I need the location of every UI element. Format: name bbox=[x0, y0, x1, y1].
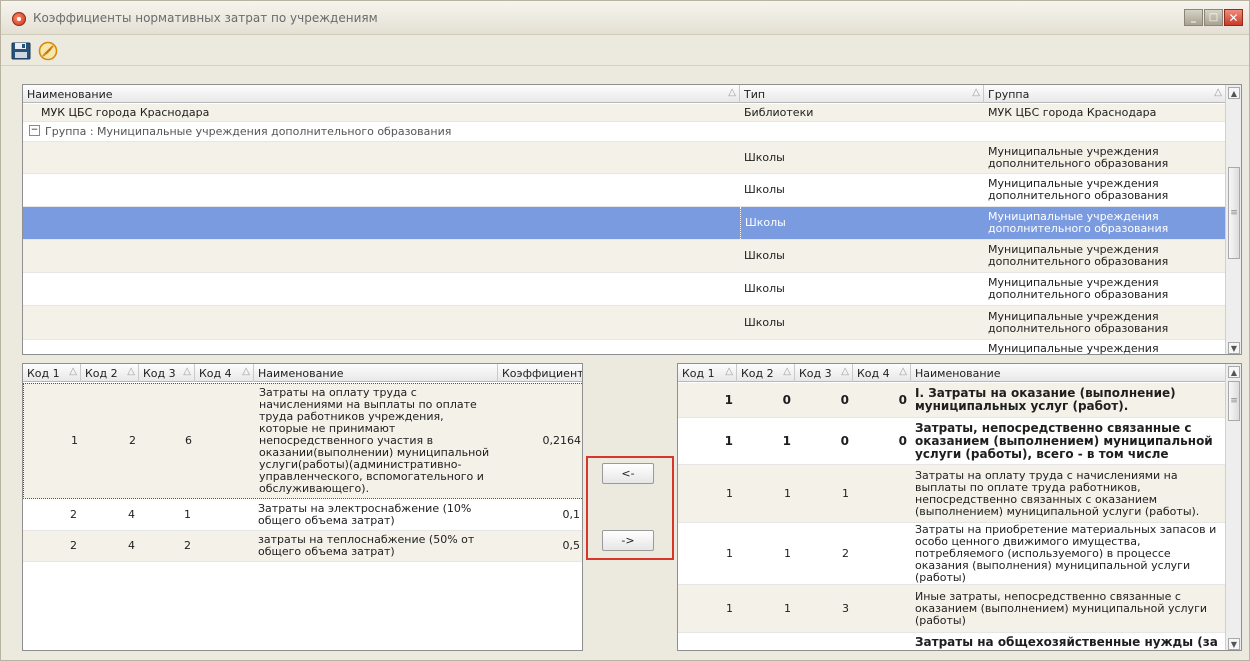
institutions-grid-header: Наименование △ Тип △ Группа △ bbox=[23, 85, 1226, 103]
sort-arrow-icon: △ bbox=[841, 366, 849, 377]
column-header-code3[interactable]: Код 3 △ bbox=[795, 364, 853, 382]
column-header-code2[interactable]: Код 2 △ bbox=[737, 364, 795, 382]
cancel-edit-icon[interactable] bbox=[38, 41, 58, 61]
sort-arrow-icon: △ bbox=[1214, 87, 1222, 98]
assigned-grid-header: Код 1 △ Код 2 △ Код 3 △ Код 4 △ Наименование… bbox=[23, 364, 582, 382]
column-header-name[interactable]: Наименование bbox=[911, 364, 1226, 382]
toolbar bbox=[1, 36, 1249, 66]
available-grid-header: Код 1 △ Код 2 △ Код 3 △ Код 4 △ Наименование bbox=[678, 364, 1226, 382]
sort-arrow-icon: △ bbox=[69, 366, 77, 377]
table-row[interactable]: Муниципальные учреждения bbox=[23, 340, 1226, 354]
scrollbar-thumb[interactable]: ≡ bbox=[1228, 381, 1240, 421]
table-row[interactable]: 2 4 1 Затраты на электроснабжение (10% о… bbox=[23, 500, 582, 531]
column-header-code4[interactable]: Код 4 △ bbox=[853, 364, 911, 382]
scroll-up-icon[interactable]: ▲ bbox=[1228, 366, 1240, 378]
table-row[interactable]: 2 4 2 затраты на теплоснабжение (50% от … bbox=[23, 531, 582, 562]
scrollbar-thumb[interactable]: ≡ bbox=[1228, 167, 1240, 259]
sort-arrow-icon: △ bbox=[183, 366, 191, 377]
table-row[interactable]: Школы Муниципальные учреждения дополните… bbox=[23, 240, 1226, 273]
floppy-disk-icon[interactable] bbox=[11, 42, 31, 60]
table-row[interactable]: 1 0 0 0 I. Затраты на оказание (выполнен… bbox=[678, 383, 1226, 418]
column-header-code1[interactable]: Код 1 △ bbox=[23, 364, 81, 382]
title-bar: Коэффициенты нормативных затрат по учреж… bbox=[1, 1, 1249, 35]
table-row[interactable]: 1 1 2 Затраты на приобретение материальн… bbox=[678, 523, 1226, 585]
column-header-type[interactable]: Тип △ bbox=[740, 85, 984, 103]
table-row[interactable]: МУК ЦБС города Краснодара Библиотеки МУК… bbox=[23, 104, 1226, 122]
table-row-focused[interactable]: 1 2 6 Затраты на оплату труда с начислен… bbox=[23, 383, 582, 499]
column-header-code3[interactable]: Код 3 △ bbox=[139, 364, 195, 382]
column-header-coefficient[interactable]: Коэффициент bbox=[498, 364, 582, 382]
scroll-down-icon[interactable]: ▼ bbox=[1228, 638, 1240, 650]
sort-arrow-icon: △ bbox=[783, 366, 791, 377]
app-icon bbox=[12, 12, 26, 26]
window-title: Коэффициенты нормативных затрат по учреж… bbox=[33, 11, 378, 25]
sort-arrow-icon: △ bbox=[725, 366, 733, 377]
table-row[interactable]: Школы Муниципальные учреждения дополните… bbox=[23, 273, 1226, 306]
maximize-button[interactable]: □ bbox=[1204, 9, 1223, 26]
column-header-name[interactable]: Наименование △ bbox=[23, 85, 740, 103]
move-left-button[interactable]: <- bbox=[602, 463, 654, 484]
table-row[interactable]: Затраты на общехозяйственные нужды (за bbox=[678, 633, 1226, 650]
column-header-name[interactable]: Наименование bbox=[254, 364, 498, 382]
main-window: Коэффициенты нормативных затрат по учреж… bbox=[0, 0, 1250, 661]
table-row[interactable]: 1 1 3 Иные затраты, непосредственно связ… bbox=[678, 585, 1226, 633]
table-row[interactable]: Школы Муниципальные учреждения дополните… bbox=[23, 306, 1226, 340]
table-row[interactable]: Школы Муниципальные учреждения дополните… bbox=[23, 174, 1226, 207]
vertical-scrollbar[interactable]: ▲ ≡ ▼ bbox=[1225, 85, 1241, 354]
sort-arrow-icon: △ bbox=[242, 366, 250, 377]
scroll-up-icon[interactable]: ▲ bbox=[1228, 87, 1240, 99]
column-header-code2[interactable]: Код 2 △ bbox=[81, 364, 139, 382]
available-cost-items-grid[interactable]: Код 1 △ Код 2 △ Код 3 △ Код 4 △ Наименование… bbox=[677, 363, 1242, 651]
vertical-scrollbar[interactable]: ▲ ≡ ▼ bbox=[1225, 364, 1241, 650]
table-row[interactable]: Школы Муниципальные учреждения дополните… bbox=[23, 142, 1226, 174]
column-header-group[interactable]: Группа △ bbox=[984, 85, 1226, 103]
window-controls: _ □ ✕ bbox=[1184, 9, 1243, 26]
scroll-down-icon[interactable]: ▼ bbox=[1228, 342, 1240, 354]
column-header-code4[interactable]: Код 4 △ bbox=[195, 364, 254, 382]
sort-arrow-icon: △ bbox=[127, 366, 135, 377]
group-row[interactable]: − Группа : Муниципальные учреждения допо… bbox=[23, 122, 1226, 142]
table-row-selected[interactable]: Школы Муниципальные учреждения дополните… bbox=[23, 207, 1226, 240]
table-row[interactable]: 1 1 1 Затраты на оплату труда с начислен… bbox=[678, 465, 1226, 523]
sort-arrow-icon: △ bbox=[899, 366, 907, 377]
table-row[interactable]: 1 1 0 0 Затраты, непосредственно связанн… bbox=[678, 418, 1226, 465]
move-right-button[interactable]: -> bbox=[602, 530, 654, 551]
assigned-coefficients-grid[interactable]: Код 1 △ Код 2 △ Код 3 △ Код 4 △ Наименование… bbox=[22, 363, 583, 651]
close-button[interactable]: ✕ bbox=[1224, 9, 1243, 26]
minimize-button[interactable]: _ bbox=[1184, 9, 1203, 26]
collapse-icon[interactable]: − bbox=[29, 125, 40, 136]
sort-arrow-icon: △ bbox=[972, 87, 980, 98]
sort-arrow-icon: △ bbox=[728, 87, 736, 98]
column-header-code1[interactable]: Код 1 △ bbox=[678, 364, 737, 382]
institutions-grid[interactable]: Наименование △ Тип △ Группа △ МУК ЦБС город… bbox=[22, 84, 1242, 355]
